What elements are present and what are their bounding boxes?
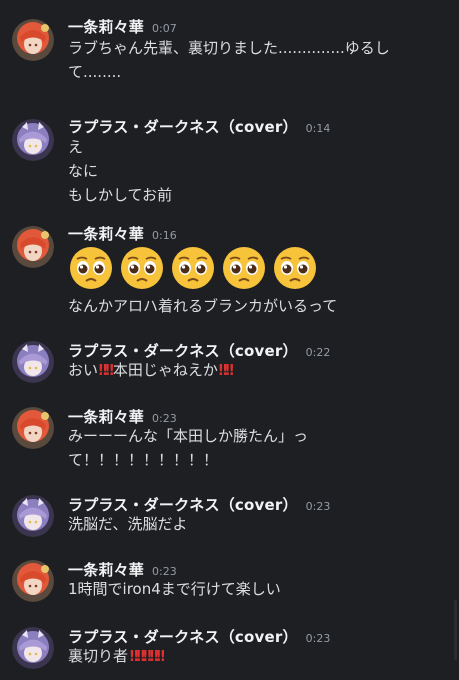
- username[interactable]: ラプラス・ダークネス（cover）: [68, 116, 298, 137]
- avatar-laplus[interactable]: [12, 495, 54, 537]
- scrollbar-thumb[interactable]: [454, 600, 457, 660]
- message-text: 裏切り者 ‼‼‼‼‼: [68, 645, 165, 667]
- message-text-segment: 裏切り者: [68, 647, 129, 665]
- username[interactable]: 一条莉々華: [68, 406, 144, 427]
- avatar-laplus[interactable]: [12, 119, 54, 161]
- avatar-laplus[interactable]: [12, 627, 54, 669]
- pleading-face-icon: [274, 247, 316, 289]
- message-text: おい‼‼本田じゃねえか‼‼: [68, 359, 234, 381]
- message-text: なんかアロハ着れるブランカがいるって: [68, 297, 338, 315]
- avatar-laplus[interactable]: [12, 341, 54, 383]
- pleading-face-icon: [121, 247, 163, 289]
- timestamp: 0:23: [305, 500, 331, 513]
- message-text: て！！！！！！！！！: [68, 451, 219, 469]
- avatar-riria[interactable]: [12, 226, 54, 268]
- timestamp: 0:23: [305, 632, 331, 645]
- message-text: もしかしてお前: [68, 186, 173, 204]
- emoji-row: [68, 245, 323, 291]
- username[interactable]: ラプラス・ダークネス（cover）: [68, 494, 298, 515]
- chat-message-list: 一条莉々華 0:07 ラブちゃん先輩、裏切りました..............ゆ…: [0, 0, 459, 680]
- double-exclamation-icon: ‼‼: [218, 361, 234, 379]
- message-text: みーーーんな「本田しか勝たん」っ: [68, 427, 309, 445]
- message-text: なに: [68, 162, 99, 180]
- pleading-face-icon: [223, 247, 265, 289]
- timestamp: 0:16: [152, 229, 177, 242]
- message-text: え: [68, 138, 84, 156]
- username[interactable]: 一条莉々華: [68, 16, 144, 37]
- pleading-face-icon: [70, 247, 112, 289]
- timestamp: 0:22: [305, 346, 331, 359]
- double-exclamation-icon: ‼‼‼‼‼: [129, 647, 165, 665]
- message-text: ラブちゃん先輩、裏切りました..............ゆるし: [68, 39, 390, 57]
- avatar-riria[interactable]: [12, 407, 54, 449]
- message-text-segment: 本田じゃねえか: [112, 361, 218, 379]
- pleading-face-icon: [172, 247, 214, 289]
- message-text: て........: [68, 63, 122, 81]
- timestamp: 0:14: [305, 122, 331, 135]
- message-text: 1時間でiron4まで行けて楽しい: [68, 580, 281, 598]
- timestamp: 0:23: [152, 412, 177, 425]
- avatar-riria[interactable]: [12, 19, 54, 61]
- message-text: 洗脳だ、洗脳だよ: [68, 515, 188, 533]
- timestamp: 0:07: [152, 22, 177, 35]
- timestamp: 0:23: [152, 565, 177, 578]
- username[interactable]: 一条莉々華: [68, 559, 144, 580]
- username[interactable]: ラプラス・ダークネス（cover）: [68, 340, 298, 361]
- double-exclamation-icon: ‼‼: [98, 361, 114, 379]
- avatar-riria[interactable]: [12, 560, 54, 602]
- username[interactable]: 一条莉々華: [68, 223, 144, 244]
- username[interactable]: ラプラス・ダークネス（cover）: [68, 626, 298, 647]
- message-text-segment: おい: [68, 361, 99, 379]
